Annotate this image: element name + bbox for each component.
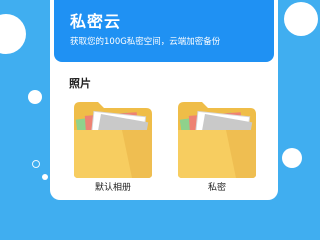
album-private[interactable]: 私密 [176,100,258,198]
bubble-decoration [0,14,26,54]
bubble-decoration [282,148,302,168]
album-label: 私密 [207,183,226,193]
bubble-decoration [28,90,42,104]
bubble-decoration [42,174,48,180]
cloud-card: 私密云 获取您的100G私密空间，云端加密备份 照片 默认相册 私密 [50,0,278,200]
bubble-decoration [32,160,40,168]
bubble-decoration [284,2,318,36]
section-title-photos: 照片 [69,77,91,90]
page-title: 私密云 [70,12,122,31]
header-subtitle: 获取您的100G私密空间，云端加密备份 [70,37,221,47]
album-label: 默认相册 [94,183,131,193]
album-default[interactable]: 默认相册 [72,100,154,198]
folder-photos-icon [178,102,256,178]
header-banner[interactable]: 私密云 获取您的100G私密空间，云端加密备份 [54,0,274,62]
folder-photos-icon [74,102,152,178]
